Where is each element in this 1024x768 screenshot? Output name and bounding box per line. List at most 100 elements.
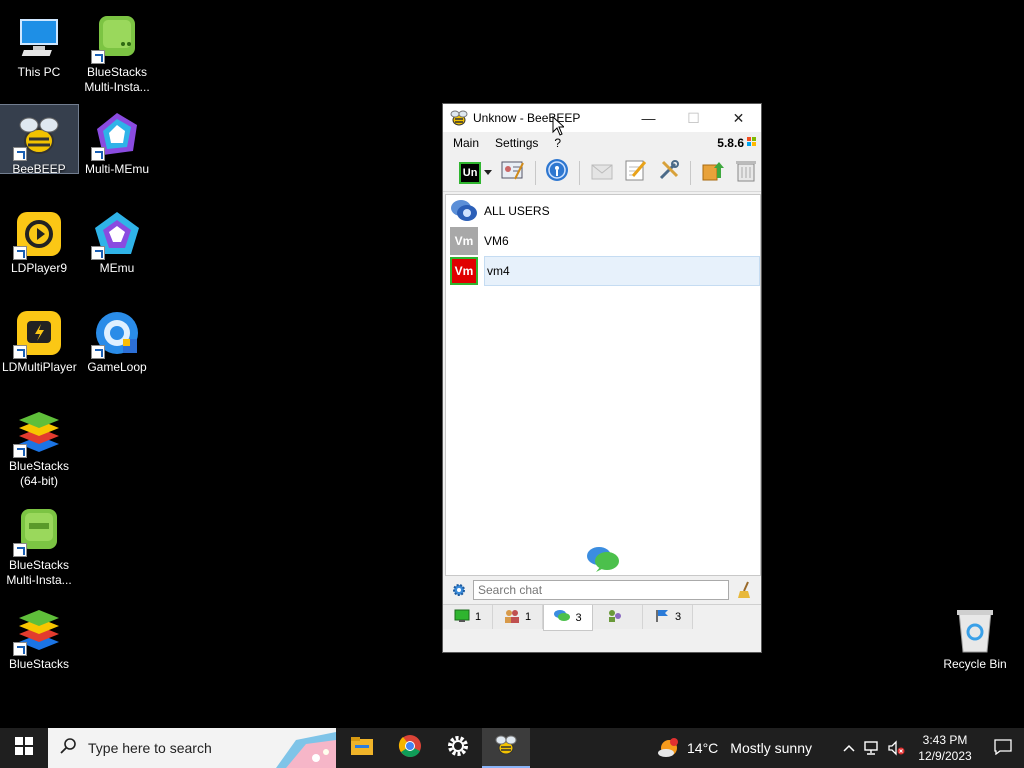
system-tray: 14°C Mostly sunny 3:43 PM 12/9/2023 xyxy=(657,728,1024,768)
desktop-icon-memu[interactable]: MEmu xyxy=(78,204,156,276)
sun-cloud-icon xyxy=(657,737,681,759)
tab-bar: 1 1 3 3 xyxy=(443,604,761,631)
user-avatar: Vm xyxy=(450,227,478,255)
bee-icon xyxy=(495,734,517,761)
menu-settings[interactable]: Settings xyxy=(487,136,546,150)
search-icon xyxy=(60,737,78,760)
desktop-icon-ldmultiplayer[interactable]: LDMultiPlayer xyxy=(0,303,78,375)
tab-chats[interactable]: 3 xyxy=(543,605,593,631)
clock-time: 3:43 PM xyxy=(922,733,968,747)
options-button[interactable] xyxy=(654,158,683,188)
group-chat-icon xyxy=(450,197,478,225)
network-button[interactable] xyxy=(543,158,572,188)
maximize-button[interactable]: ☐ xyxy=(671,104,716,132)
user-name: ALL USERS xyxy=(484,204,550,218)
message-icon xyxy=(994,738,1012,758)
desktop-icon-label: LDPlayer9 xyxy=(10,261,68,275)
desktop-icon-label: MEmu xyxy=(99,261,135,275)
chevron-up-icon[interactable] xyxy=(838,744,860,752)
chrome-icon xyxy=(398,734,422,763)
windows-logo-icon xyxy=(15,736,33,760)
user-name: VM6 xyxy=(484,234,509,248)
status-selector[interactable]: Un xyxy=(457,158,494,188)
tab-groups[interactable]: 1 xyxy=(493,605,543,629)
network-icon[interactable] xyxy=(860,740,884,756)
send-file-button[interactable] xyxy=(587,158,616,188)
clock[interactable]: 3:43 PM 12/9/2023 xyxy=(908,732,982,764)
desktop-icon-bluestacks-multi-2[interactable]: BlueStacks Multi-Insta... xyxy=(0,501,78,588)
taskbar-search-box[interactable]: Type here to search xyxy=(48,728,336,768)
user-row-all-users[interactable]: ALL USERS xyxy=(446,196,760,226)
weather-desc: Mostly sunny xyxy=(730,740,812,756)
user-row-vm4[interactable]: Vm vm4 xyxy=(446,256,760,286)
tools-icon xyxy=(657,158,681,187)
desktop-icon-bluestacks-multi[interactable]: BlueStacks Multi-Insta... xyxy=(78,8,156,95)
weather-temp: 14°C xyxy=(687,740,719,756)
user-row-vm6[interactable]: Vm VM6 xyxy=(446,226,760,256)
desktop-icon-label: BlueStacks Multi-Insta... xyxy=(84,65,150,94)
chat-bubbles-icon xyxy=(554,609,571,626)
search-highlight-art xyxy=(266,728,336,768)
menu-main[interactable]: Main xyxy=(445,136,487,150)
toolbar: Un xyxy=(443,154,761,192)
version-label: 5.8.6 xyxy=(717,136,761,150)
tab-history[interactable]: 3 xyxy=(643,605,693,629)
user-list: ALL USERS Vm VM6 Vm vm4 xyxy=(445,194,761,576)
desktop-icon-multi-memu[interactable]: Multi-MEmu xyxy=(78,105,156,177)
bee-icon xyxy=(450,109,468,127)
search-chat-input[interactable] xyxy=(473,580,729,600)
desktop-icon-beebeep[interactable]: BeeBEEP xyxy=(0,104,79,176)
write-message-button[interactable] xyxy=(620,158,649,188)
tab-count: 3 xyxy=(575,611,582,624)
gear-icon[interactable] xyxy=(451,582,467,603)
notification-center-button[interactable] xyxy=(982,728,1024,768)
taskbar-chrome[interactable] xyxy=(386,728,434,768)
desktop-icon-label: LDMultiPlayer xyxy=(2,360,77,374)
tab-count: 1 xyxy=(524,611,532,623)
desktop-icon-bluestacks-64[interactable]: BlueStacks (64-bit) xyxy=(0,402,78,489)
taskbar-beebeep[interactable] xyxy=(482,728,530,768)
bluestacks-icon xyxy=(13,408,63,458)
start-button[interactable] xyxy=(0,728,48,768)
delete-button[interactable] xyxy=(732,158,761,188)
desktop-icon-label: BlueStacks Multi-Insta... xyxy=(6,558,72,587)
desktop-icon-label: Multi-MEmu xyxy=(84,162,149,176)
gameloop-icon xyxy=(91,309,141,359)
windows-flag-icon xyxy=(747,136,757,150)
minimize-button[interactable]: — xyxy=(626,104,671,132)
share-people-icon xyxy=(607,609,623,626)
volume-muted-icon[interactable] xyxy=(884,740,908,756)
tab-users[interactable]: 1 xyxy=(443,605,493,629)
weather-widget[interactable]: 14°C Mostly sunny xyxy=(657,737,812,759)
flag-icon xyxy=(654,609,670,626)
cursor-icon xyxy=(552,115,566,141)
desktop-icon-recycle-bin[interactable]: Recycle Bin xyxy=(936,600,1014,672)
bluestacks-multi-icon xyxy=(91,14,141,64)
search-row xyxy=(445,578,761,602)
edit-profile-button[interactable] xyxy=(498,158,527,188)
share-files-button[interactable] xyxy=(698,158,727,188)
desktop-icon-bluestacks[interactable]: BlueStacks xyxy=(0,600,78,672)
close-button[interactable]: ✕ xyxy=(716,104,761,132)
title-bar[interactable]: Unknow - BeeBEEP — ☐ ✕ xyxy=(443,104,761,132)
folder-upload-icon xyxy=(701,158,725,187)
user-avatar: Vm xyxy=(450,257,478,285)
trash-icon xyxy=(735,158,757,187)
taskbar-file-explorer[interactable] xyxy=(338,728,386,768)
taskbar: Type here to search 14°C Mostly sunny 3:… xyxy=(0,728,1024,768)
ldplayer-icon xyxy=(13,210,63,260)
tab-count: 3 xyxy=(674,611,682,623)
desktop-icon-gameloop[interactable]: GameLoop xyxy=(78,303,156,375)
user-name: vm4 xyxy=(484,256,760,286)
desktop-icon-ldplayer9[interactable]: LDPlayer9 xyxy=(0,204,78,276)
desktop-icon-label: GameLoop xyxy=(87,360,147,374)
taskbar-settings[interactable] xyxy=(434,728,482,768)
desktop-icon-label: BeeBEEP xyxy=(12,162,66,176)
broom-icon[interactable] xyxy=(737,581,753,604)
desktop-icon-label: BlueStacks xyxy=(8,657,70,671)
memu-icon xyxy=(91,210,141,260)
folder-icon xyxy=(351,736,373,760)
desktop-icon-label: Recycle Bin xyxy=(943,657,1007,671)
tab-shares[interactable] xyxy=(593,605,643,629)
desktop-icon-this-pc[interactable]: This PC xyxy=(0,8,78,80)
